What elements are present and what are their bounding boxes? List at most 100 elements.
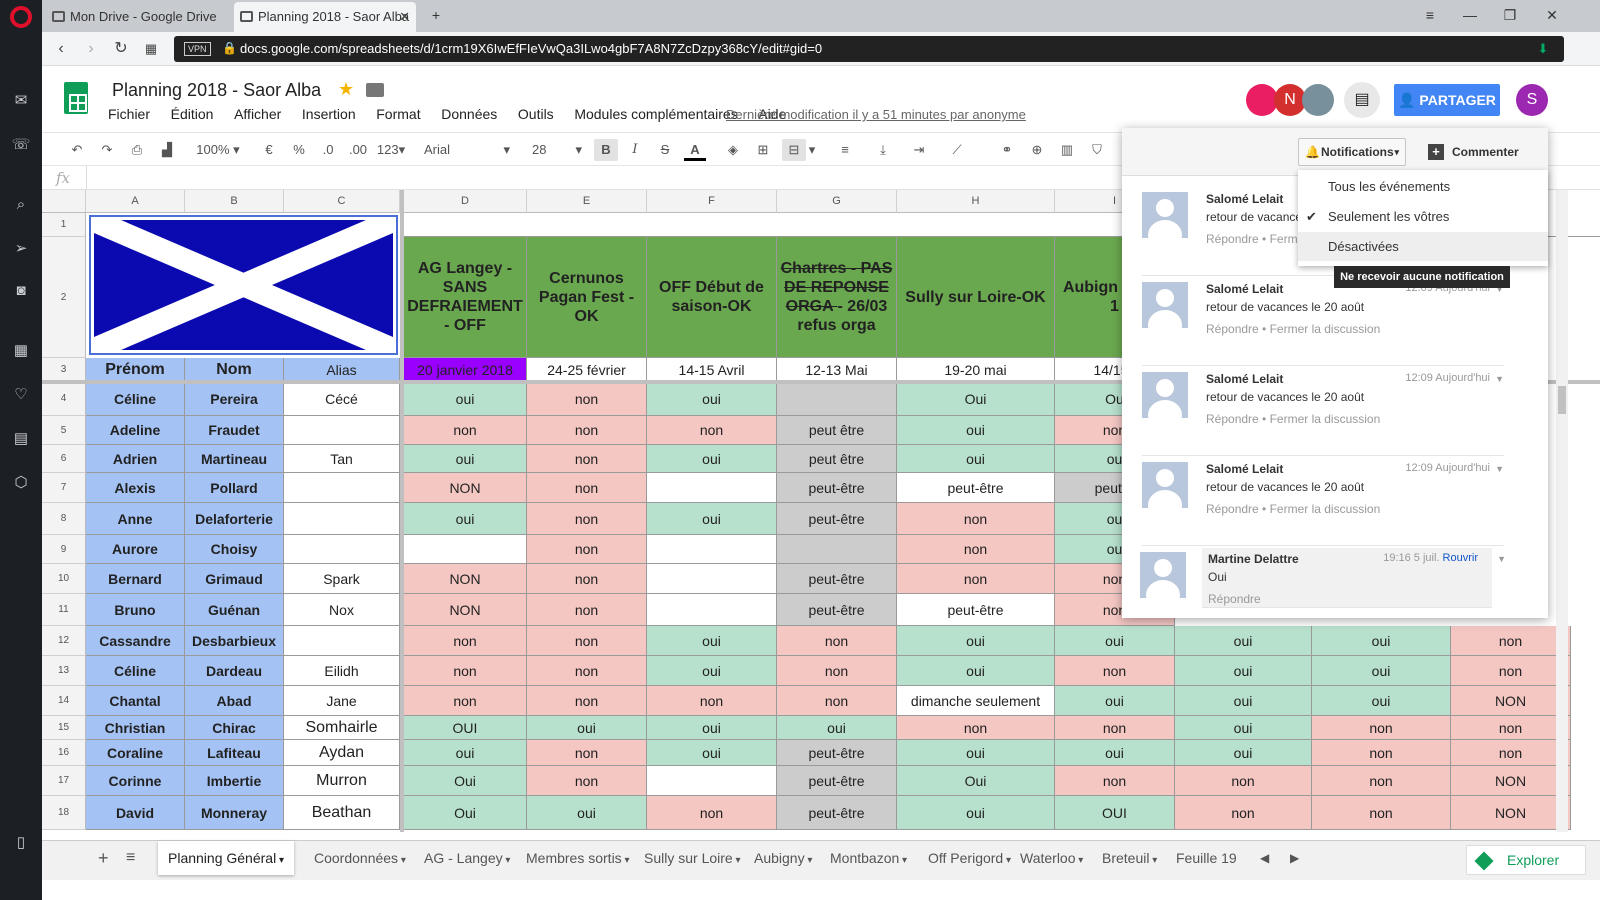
- chevron-down-icon[interactable]: ▾: [733, 855, 740, 866]
- answer-cell[interactable]: non: [527, 416, 647, 445]
- answer-cell[interactable]: non: [1055, 716, 1175, 740]
- row-header[interactable]: 14: [42, 686, 86, 716]
- cell-prenom[interactable]: Céline: [86, 656, 185, 686]
- menu-format[interactable]: Format: [376, 106, 420, 122]
- answer-cell[interactable]: oui: [1312, 626, 1451, 656]
- scroll-tabs-left-icon[interactable]: ◀: [1250, 841, 1279, 875]
- answer-cell[interactable]: non: [527, 445, 647, 473]
- answer-cell[interactable]: oui: [897, 740, 1055, 766]
- merge-cells-icon[interactable]: ⊟: [782, 139, 806, 161]
- cell-nom[interactable]: Guénan: [185, 594, 284, 626]
- select-all-corner[interactable]: [42, 190, 86, 213]
- cell-prenom[interactable]: Adrien: [86, 445, 185, 473]
- minimize-icon[interactable]: —: [1450, 0, 1490, 30]
- comment-thread[interactable]: Salomé Lelait 12:09 Aujourd'hui ▼ retour de…: [1142, 368, 1504, 456]
- answer-cell[interactable]: non: [1312, 716, 1451, 740]
- sheet-tab[interactable]: Coordonnées ▾: [304, 841, 416, 875]
- sheet-tab[interactable]: Waterloo ▾: [1010, 841, 1093, 875]
- row-header[interactable]: 15: [42, 716, 86, 740]
- sheet-tab[interactable]: AG - Langey ▾: [414, 841, 520, 875]
- row-header[interactable]: 11: [42, 594, 86, 626]
- answer-cell[interactable]: peut-être: [897, 594, 1055, 626]
- answer-cell[interactable]: non: [527, 656, 647, 686]
- increase-decimal-button[interactable]: .00: [344, 139, 372, 161]
- speed-dial-icon[interactable]: ▦: [9, 338, 33, 362]
- cell-alias[interactable]: Eilidh: [284, 656, 400, 686]
- row-header[interactable]: 12: [42, 626, 86, 656]
- answer-cell[interactable]: NON: [404, 564, 527, 594]
- answer-cell[interactable]: oui: [897, 626, 1055, 656]
- comment-thread[interactable]: Martine Delattre 19:16 5 juil. Rouvrir ▼ Ou…: [1140, 548, 1506, 608]
- answer-cell[interactable]: oui: [647, 716, 777, 740]
- cell-alias[interactable]: [284, 473, 400, 503]
- row-header[interactable]: 6: [42, 445, 86, 473]
- answer-cell[interactable]: non: [527, 503, 647, 535]
- forward-icon[interactable]: ›: [80, 38, 102, 60]
- answer-cell[interactable]: non: [647, 416, 777, 445]
- row-header[interactable]: 9: [42, 535, 86, 564]
- answer-cell[interactable]: oui: [527, 716, 647, 740]
- messenger-icon[interactable]: ✉: [9, 88, 33, 112]
- answer-cell[interactable]: non: [897, 564, 1055, 594]
- add-comment-button[interactable]: + Commenter: [1422, 138, 1538, 166]
- menu-item-disabled[interactable]: Désactivées: [1298, 232, 1548, 261]
- event-date-cell[interactable]: 20 janvier 2018: [404, 358, 527, 382]
- menu-afficher[interactable]: Afficher: [234, 106, 281, 122]
- valign-icon[interactable]: ⤓: [872, 139, 894, 161]
- paint-format-icon[interactable]: ▟: [156, 139, 178, 161]
- answer-cell[interactable]: oui: [1312, 686, 1451, 716]
- row-header[interactable]: 5: [42, 416, 86, 445]
- answer-cell[interactable]: non: [1055, 766, 1175, 796]
- answer-cell[interactable]: oui: [647, 503, 777, 535]
- menu-fichier[interactable]: Fichier: [108, 106, 150, 122]
- cell-prenom[interactable]: Chantal: [86, 686, 185, 716]
- column-header-b[interactable]: B: [185, 190, 284, 213]
- answer-cell[interactable]: oui: [1312, 656, 1451, 686]
- cell-alias[interactable]: [284, 503, 400, 535]
- answer-cell[interactable]: non: [1175, 766, 1312, 796]
- answer-cell[interactable]: non: [1451, 626, 1571, 656]
- cell-nom[interactable]: Dardeau: [185, 656, 284, 686]
- explore-button[interactable]: Explorer: [1466, 845, 1586, 875]
- answer-cell[interactable]: peut-être: [777, 564, 897, 594]
- answer-cell[interactable]: non: [1175, 796, 1312, 830]
- column-header-g[interactable]: G: [777, 190, 897, 213]
- borders-icon[interactable]: ⊞: [752, 139, 774, 161]
- cell-prenom[interactable]: Alexis: [86, 473, 185, 503]
- menu-item-only-yours[interactable]: ✔ Seulement les vôtres: [1298, 202, 1548, 231]
- answer-cell[interactable]: oui: [897, 796, 1055, 830]
- row-header[interactable]: 1: [42, 213, 86, 237]
- vpn-badge[interactable]: VPN: [184, 42, 211, 56]
- answer-cell[interactable]: peut-être: [777, 740, 897, 766]
- chevron-down-icon[interactable]: ▾: [1149, 855, 1157, 866]
- row-header[interactable]: 4: [42, 382, 86, 416]
- answer-cell[interactable]: Oui: [897, 766, 1055, 796]
- tab-menu-icon[interactable]: ≡: [1410, 0, 1450, 30]
- cell-nom[interactable]: Monneray: [185, 796, 284, 830]
- sheet-tab[interactable]: Off Perigord ▾: [918, 841, 1021, 875]
- cell-prenom[interactable]: David: [86, 796, 185, 830]
- column-header-f[interactable]: F: [647, 190, 777, 213]
- extensions-icon[interactable]: ⬡: [9, 470, 33, 494]
- answer-cell[interactable]: non: [897, 535, 1055, 564]
- menu-modules[interactable]: Modules complémentaires: [574, 106, 737, 122]
- answer-cell[interactable]: [777, 382, 897, 416]
- answer-cell[interactable]: oui: [647, 656, 777, 686]
- scroll-tabs-right-icon[interactable]: ▶: [1280, 841, 1309, 875]
- close-tab-icon[interactable]: ✕: [399, 2, 410, 32]
- whatsapp-icon[interactable]: ☏: [9, 132, 33, 156]
- sidebar-toggle-icon[interactable]: ▯: [9, 830, 33, 854]
- currency-button[interactable]: €: [258, 139, 280, 161]
- menu-edition[interactable]: Édition: [171, 106, 214, 122]
- comment-actions[interactable]: Répondre • Fermer la discussion: [1206, 322, 1380, 336]
- cell-nom[interactable]: Imbertie: [185, 766, 284, 796]
- answer-cell[interactable]: NON: [1451, 686, 1571, 716]
- cell-alias[interactable]: Tan: [284, 445, 400, 473]
- reopen-link[interactable]: Rouvrir: [1443, 552, 1478, 564]
- all-sheets-icon[interactable]: ≡: [116, 841, 145, 875]
- scottish-flag-image[interactable]: [89, 215, 398, 355]
- cell-alias[interactable]: Murron: [284, 766, 400, 796]
- answer-cell[interactable]: Oui: [404, 796, 527, 830]
- cell-alias[interactable]: Jane: [284, 686, 400, 716]
- vertical-scrollbar[interactable]: [1556, 190, 1568, 832]
